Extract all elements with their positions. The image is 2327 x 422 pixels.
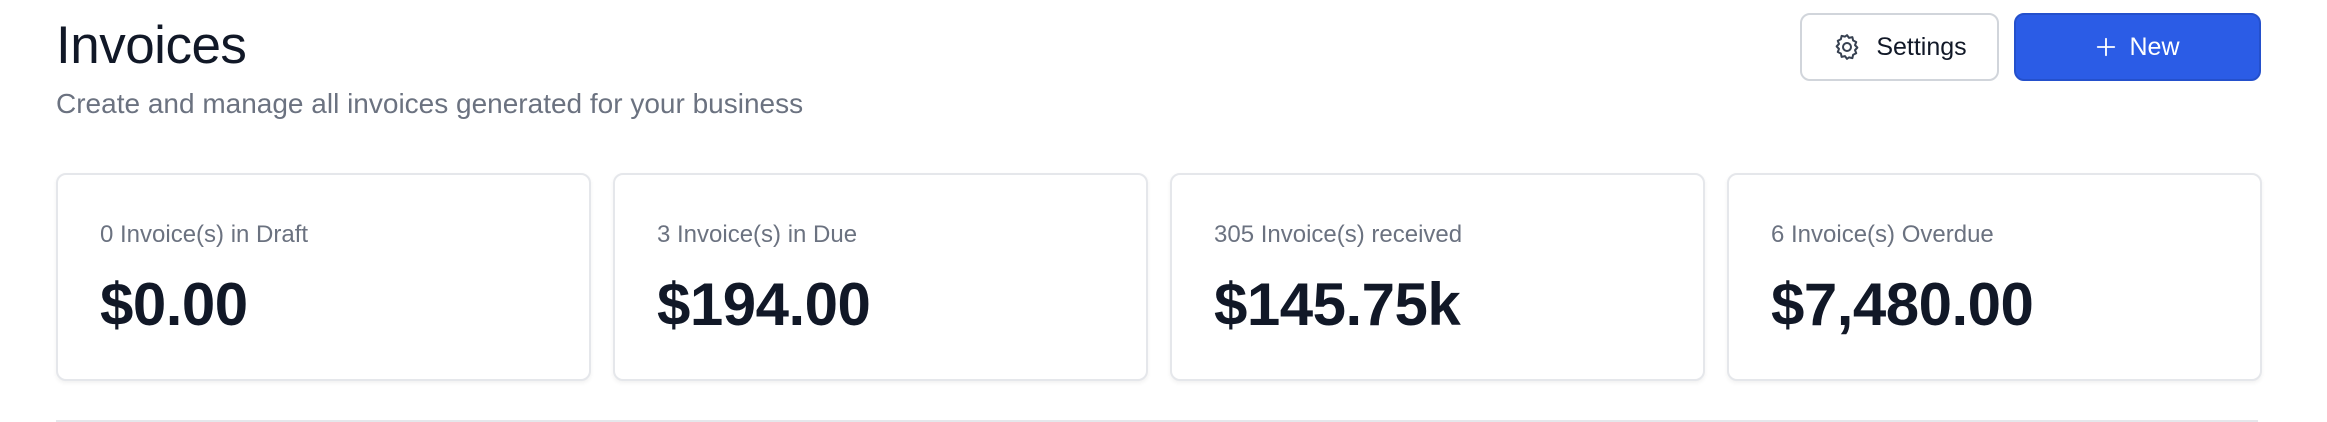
header-actions: Settings New	[1800, 13, 2261, 81]
stat-label: 6 Invoice(s) Overdue	[1771, 221, 1994, 248]
stat-label: 305 Invoice(s) received	[1214, 221, 1463, 248]
stat-value: $7,480.00	[1771, 271, 2034, 338]
invoices-page: Invoices Create and manage all invoices …	[0, 0, 2327, 422]
invoice-stats: 0 Invoice(s) in Draft $0.00 3 Invoice(s)…	[56, 173, 2262, 381]
settings-button-label: Settings	[1876, 32, 1967, 61]
settings-button[interactable]: Settings	[1800, 13, 1999, 81]
gear-icon	[1832, 32, 1862, 62]
stat-card-due[interactable]: 3 Invoice(s) in Due $194.00	[613, 173, 1148, 381]
page-title: Invoices	[56, 16, 247, 75]
page-subtitle: Create and manage all invoices generated…	[56, 88, 804, 119]
stat-value: $145.75k	[1214, 271, 1461, 338]
stat-value: $194.00	[657, 271, 871, 338]
stat-label: 3 Invoice(s) in Due	[657, 221, 858, 248]
stat-card-draft[interactable]: 0 Invoice(s) in Draft $0.00	[56, 173, 591, 381]
new-invoice-button[interactable]: New	[2014, 13, 2261, 81]
plus-icon	[2095, 36, 2117, 58]
page-header: Invoices Create and manage all invoices …	[56, 14, 803, 120]
stat-value: $0.00	[100, 271, 248, 338]
stat-card-received[interactable]: 305 Invoice(s) received $145.75k	[1170, 173, 1705, 381]
new-button-label: New	[2129, 32, 2180, 61]
stat-card-overdue[interactable]: 6 Invoice(s) Overdue $7,480.00	[1727, 173, 2262, 381]
stat-label: 0 Invoice(s) in Draft	[100, 221, 309, 248]
